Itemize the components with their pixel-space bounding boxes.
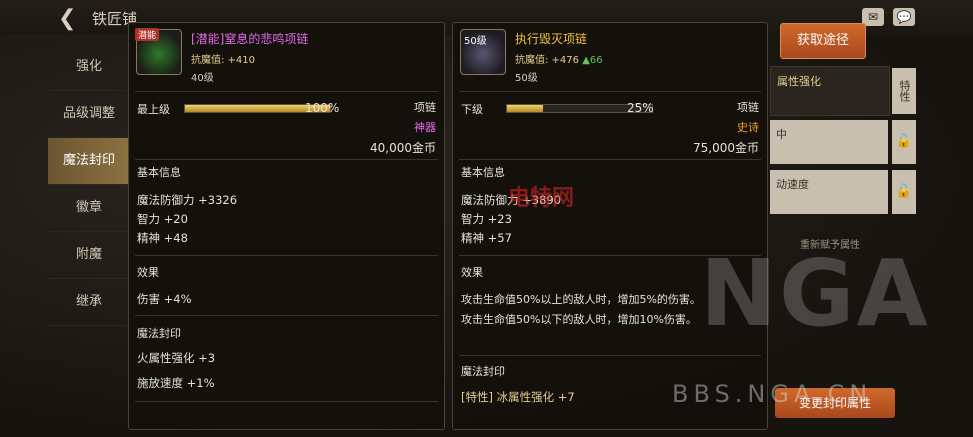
stat-line: 智力 +23	[461, 212, 512, 226]
seal-line: 施放速度 +1%	[137, 376, 215, 390]
lock-icon[interactable]: 🔓	[892, 120, 916, 164]
effect-line: 攻击生命值50%以下的敌人时，增加10%伤害。	[461, 313, 697, 326]
item-slot: 项链	[737, 101, 759, 114]
section-effect-title: 效果	[137, 266, 159, 279]
grade-bar-fill	[507, 105, 544, 112]
seal-slot-label: 中	[776, 128, 787, 141]
divider	[459, 91, 761, 92]
watermark-red: 电特网	[508, 186, 575, 211]
grade-percent: 25%	[627, 101, 654, 115]
item-price: 40,000金币	[370, 141, 436, 155]
sidebar-item-magic-seal[interactable]: 魔法封印	[48, 138, 130, 185]
section-seal-title: 魔法封印	[137, 327, 181, 340]
obtain-method-button[interactable]: 获取途径	[780, 23, 866, 59]
stat-line: 魔法防御力 +3326	[137, 193, 238, 207]
item-level: 40级	[191, 73, 214, 84]
item-tooltip-card-1: 潜能 [潜能]窒息的悲鸣项链 抗魔值: +410 40级 最上级 100% 项链…	[128, 22, 445, 430]
item-name: [潜能]窒息的悲鸣项链	[191, 32, 309, 46]
back-arrow-icon[interactable]: ❮	[58, 6, 76, 31]
watermark-logo: NGA	[700, 240, 930, 347]
seal-slot-label: 动速度	[776, 178, 809, 191]
seal-slot-label: 属性强化	[777, 75, 821, 88]
magic-resist-increase: ▲66	[582, 55, 603, 66]
item-price: 75,000金币	[693, 141, 759, 155]
watermark-site: BBS.NGA.CN	[672, 380, 873, 408]
chat-icon[interactable]: 💬	[893, 8, 915, 26]
item-magic-resist: 抗魔值: +476 ▲66	[515, 51, 603, 66]
sidebar-item-grade-adjust[interactable]: 品级调整	[48, 91, 130, 138]
section-effect-title: 效果	[461, 266, 483, 279]
divider	[459, 159, 761, 160]
item-magic-resist: 抗魔值: +410	[191, 55, 256, 66]
section-basic-title: 基本信息	[137, 166, 181, 179]
trait-tag: 特性	[892, 68, 916, 114]
divider	[135, 315, 438, 316]
item-name: 执行毁灭项链	[515, 32, 588, 46]
divider	[135, 159, 438, 160]
grade-label: 最上级	[137, 103, 170, 116]
section-seal-title: 魔法封印	[461, 365, 505, 378]
sidebar-item-enchant[interactable]: 附魔	[48, 232, 130, 279]
potential-badge: 潜能	[135, 28, 160, 41]
item-tooltip-card-2: 50级 执行毁灭项链 抗魔值: +476 ▲66 50级 下级 25% 项链 史…	[452, 22, 768, 430]
divider	[135, 401, 438, 402]
divider	[135, 255, 438, 256]
item-rarity: 神器	[414, 121, 436, 134]
divider	[459, 355, 761, 356]
effect-line: 攻击生命值50%以上的敌人时，增加5%的伤害。	[461, 293, 701, 306]
item-slot: 项链	[414, 101, 436, 114]
stat-line: 精神 +57	[461, 231, 512, 245]
lock-icon[interactable]: 🔓	[892, 170, 916, 214]
stat-line: 精神 +48	[137, 231, 188, 245]
stat-line: 智力 +20	[137, 212, 188, 226]
icon-level-label: 50级	[464, 36, 487, 47]
sidebar-item-enhance[interactable]: 强化	[48, 44, 130, 91]
sidebar-item-inherit[interactable]: 继承	[48, 279, 130, 326]
effect-line: 伤害 +4%	[137, 292, 192, 306]
seal-slot-panel[interactable]: 动速度	[770, 170, 888, 214]
sidebar: 强化 品级调整 魔法封印 徽章 附魔 继承	[48, 44, 130, 326]
seal-line: 火属性强化 +3	[137, 351, 216, 365]
divider	[135, 91, 438, 92]
seal-line: [特性] 冰属性强化 +7	[461, 390, 575, 404]
seal-slot-panel[interactable]: 中	[770, 120, 888, 164]
item-level: 50级	[515, 73, 538, 84]
necklace-icon: 潜能	[135, 28, 182, 75]
item-rarity: 史诗	[737, 121, 759, 134]
grade-percent: 100%	[305, 101, 340, 115]
necklace-icon: 50级	[460, 29, 506, 75]
seal-slot-panel[interactable]: 属性强化	[770, 66, 890, 116]
grade-label: 下级	[461, 103, 483, 116]
sidebar-item-emblem[interactable]: 徽章	[48, 185, 130, 232]
section-basic-title: 基本信息	[461, 166, 505, 179]
magic-resist-value: 抗魔值: +476	[515, 55, 580, 66]
